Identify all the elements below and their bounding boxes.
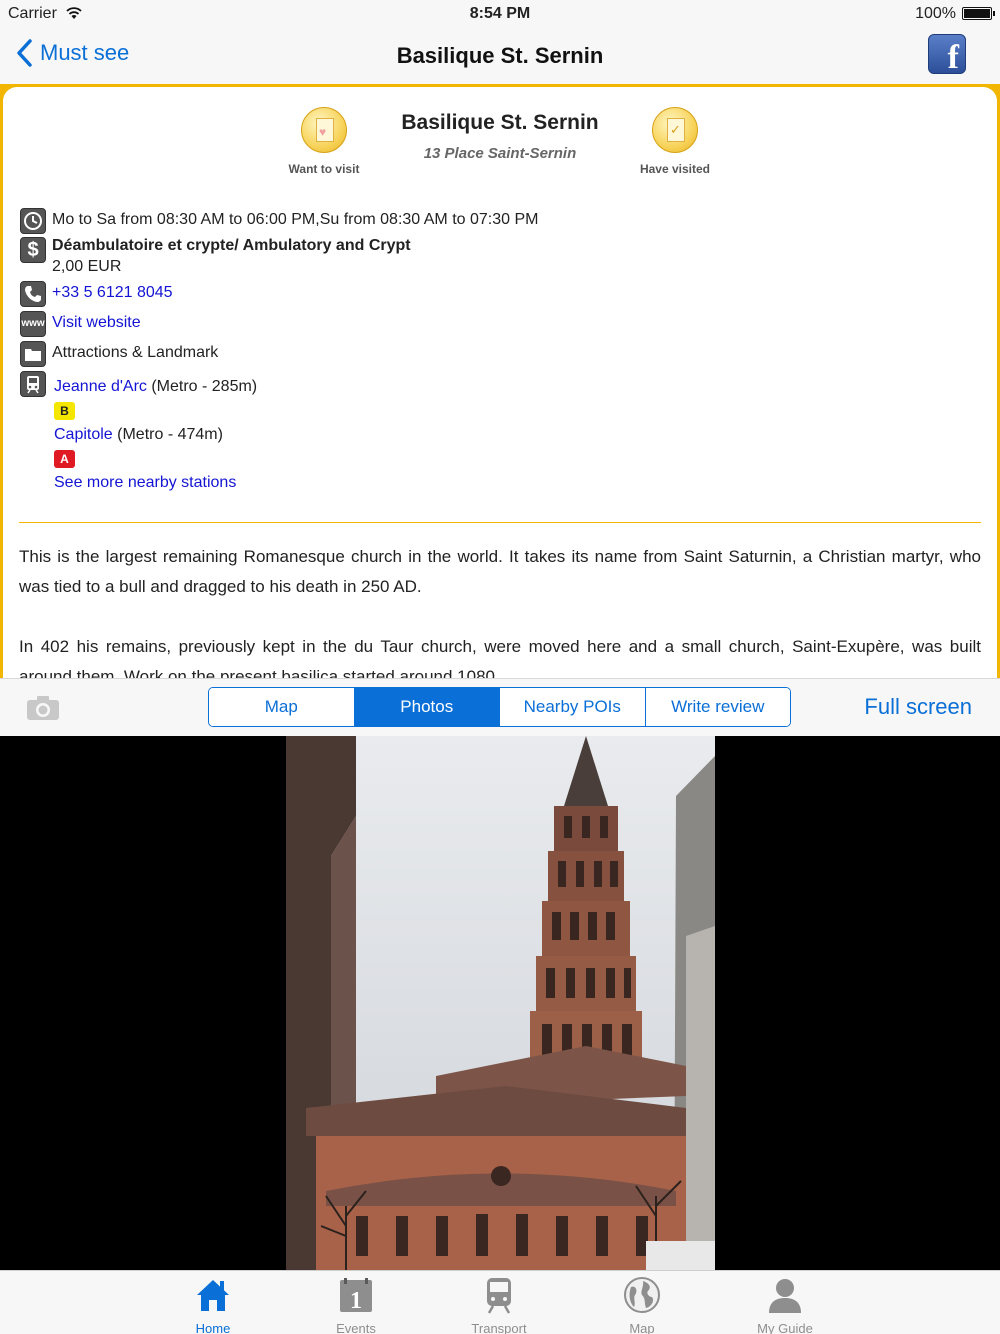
station-2: Capitole (Metro - 474m): [54, 426, 223, 444]
tab-events-label: Events: [336, 1321, 376, 1334]
station-2-link[interactable]: Capitole: [54, 426, 113, 443]
poi-detail-card[interactable]: ♥ Want to visit Basilique St. Sernin 13 …: [3, 87, 997, 678]
folder-icon: [20, 341, 46, 367]
have-visited-button[interactable]: ✓: [652, 107, 698, 153]
tab-transport-label: Transport: [471, 1321, 527, 1334]
metro-line-a-badge: A: [54, 450, 75, 468]
facebook-icon: f: [947, 39, 959, 74]
check-icon: ✓: [670, 122, 681, 137]
have-visited-label: Have visited: [639, 162, 711, 176]
segment-map[interactable]: Map: [209, 688, 355, 726]
tab-map[interactable]: Map: [582, 1275, 702, 1334]
tab-my-guide-label: My Guide: [757, 1321, 813, 1334]
globe-icon: [624, 1277, 660, 1313]
www-icon: www: [20, 311, 46, 337]
poi-detail-panel: ♥ Want to visit Basilique St. Sernin 13 …: [0, 84, 1000, 678]
status-time: 8:54 PM: [469, 5, 531, 22]
more-stations-link[interactable]: See more nearby stations: [54, 474, 236, 492]
tab-home-label: Home: [195, 1321, 231, 1334]
basilica-photo[interactable]: [286, 736, 715, 1270]
media-toolbar: Map Photos Nearby POIs Write review Full…: [0, 678, 1000, 736]
poi-description: This is the largest remaining Romanesque…: [19, 542, 981, 678]
battery-percent: 100%: [915, 5, 956, 22]
description-paragraph: This is the largest remaining Romanesque…: [19, 547, 981, 596]
station-1-link[interactable]: Jeanne d'Arc: [54, 378, 147, 395]
tab-map-label: Map: [629, 1321, 655, 1334]
battery-icon: [962, 7, 995, 20]
tab-transport[interactable]: Transport: [439, 1275, 559, 1334]
price-icon: $: [20, 237, 46, 263]
train-icon: [20, 371, 46, 397]
facebook-share-button[interactable]: f: [928, 34, 966, 74]
phone-icon: [20, 281, 46, 307]
phone-link[interactable]: +33 5 6121 8045: [52, 284, 173, 302]
segment-photos[interactable]: Photos: [354, 688, 500, 726]
station-1: Jeanne d'Arc (Metro - 285m): [54, 378, 257, 396]
station-2-detail: (Metro - 474m): [112, 426, 223, 443]
person-icon: [769, 1279, 801, 1313]
divider: [19, 522, 981, 523]
clock-icon: [20, 208, 46, 234]
tab-my-guide[interactable]: My Guide: [725, 1275, 845, 1334]
tab-bar: Home 1 Events Transport Map My Guide: [0, 1270, 1000, 1334]
camera-icon[interactable]: [26, 695, 60, 721]
chevron-left-icon: [17, 39, 32, 67]
description-paragraph: In 402 his remains, previously kept in t…: [19, 637, 981, 678]
website-link[interactable]: Visit website: [52, 314, 141, 332]
poi-address: 13 Place Saint-Sernin: [423, 145, 577, 162]
home-icon: [197, 1280, 229, 1311]
full-screen-button[interactable]: Full screen: [864, 694, 972, 720]
view-segmented-control: Map Photos Nearby POIs Write review: [208, 687, 791, 727]
price-title: Déambulatoire et crypte/ Ambulatory and …: [52, 237, 411, 254]
category-label: Attractions & Landmark: [52, 344, 219, 361]
train-icon: [487, 1278, 511, 1314]
back-button[interactable]: Must see: [14, 38, 129, 68]
segment-write-review[interactable]: Write review: [645, 688, 790, 726]
calendar-icon: 1: [340, 1278, 372, 1314]
opening-hours: Mo to Sa from 08:30 AM to 06:00 PM,Su fr…: [52, 211, 539, 228]
navigation-bar: Must see Basilique St. Sernin f: [0, 28, 1000, 84]
tab-home[interactable]: Home: [153, 1275, 273, 1334]
back-button-label: Must see: [40, 40, 130, 65]
station-1-detail: (Metro - 285m): [146, 378, 258, 395]
page-title: Basilique St. Sernin: [396, 43, 604, 68]
metro-line-b-badge: B: [54, 402, 75, 420]
calendar-number: 1: [350, 1288, 362, 1314]
price-value: 2,00 EUR: [52, 258, 122, 275]
photo-viewer[interactable]: [0, 736, 1000, 1270]
segment-nearby-pois[interactable]: Nearby POIs: [500, 688, 646, 726]
poi-title: Basilique St. Sernin: [401, 111, 599, 134]
tab-events[interactable]: 1 Events: [296, 1275, 416, 1334]
want-to-visit-label: Want to visit: [288, 162, 360, 176]
status-bar: Carrier 8:54 PM 100%: [0, 0, 1000, 28]
